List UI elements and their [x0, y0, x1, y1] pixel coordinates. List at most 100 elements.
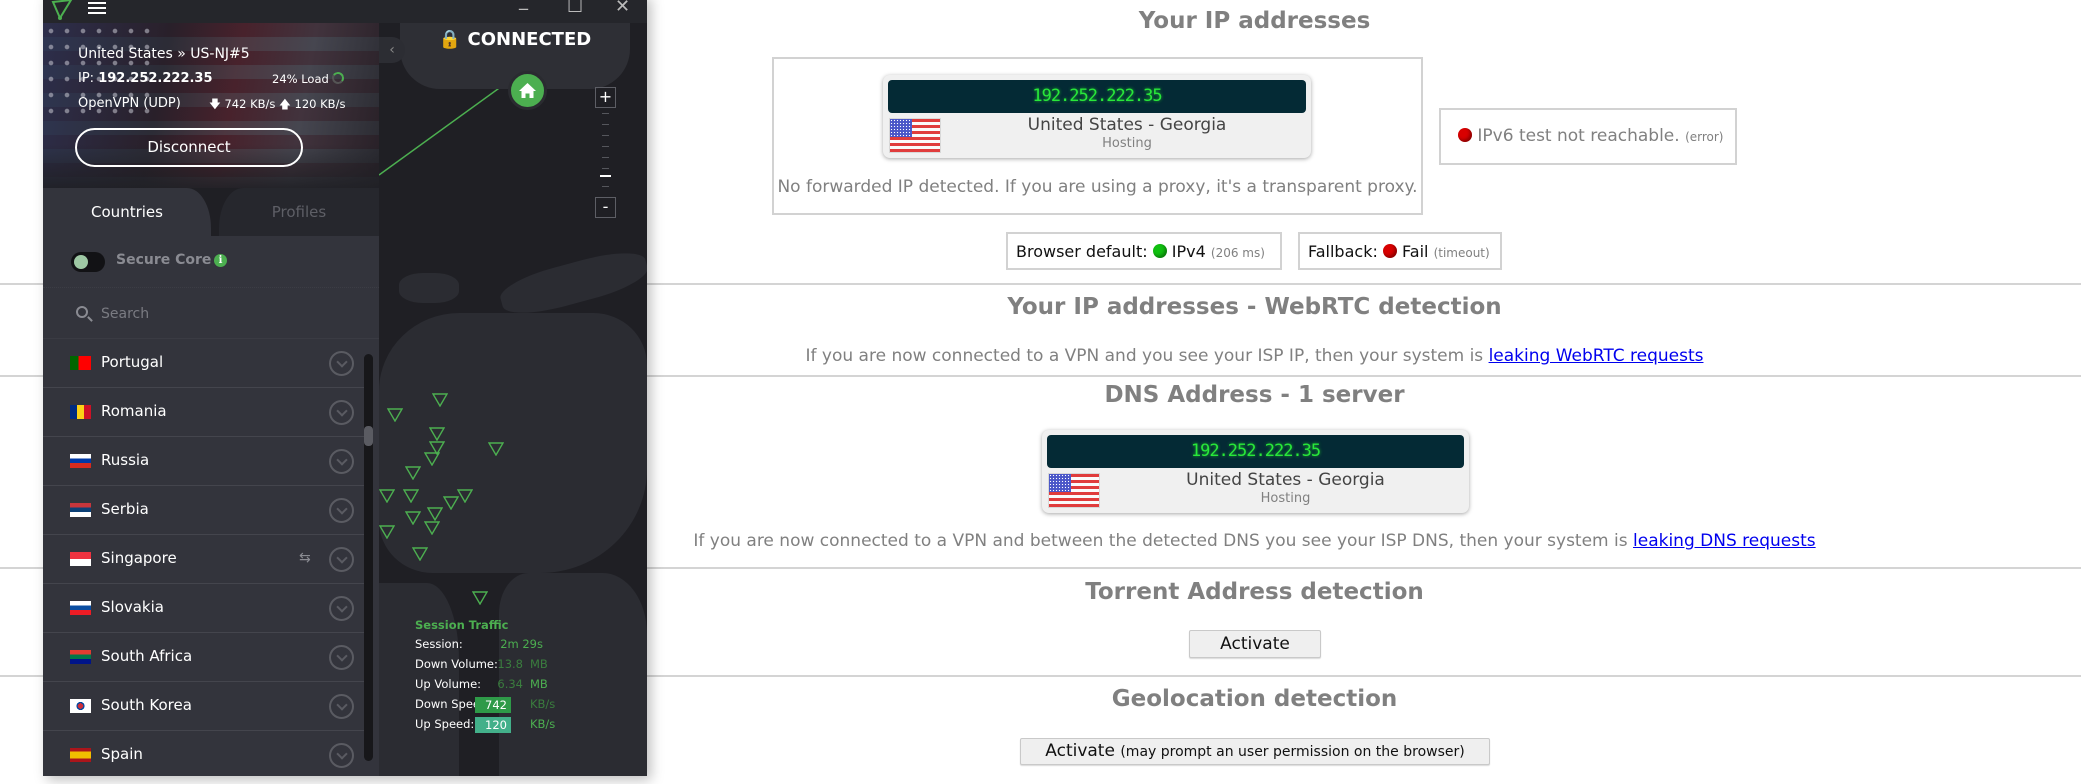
traffic-row-up-volume: Up Volume: 6.34 MB — [415, 677, 635, 697]
ip-value: 192.252.222.35 — [98, 71, 213, 86]
slovakia-flag-icon — [70, 601, 91, 615]
traffic-row-session: Session: 2m 29s — [415, 637, 635, 657]
server-marker-icon[interactable] — [424, 521, 440, 535]
geolocation-section-title: Geolocation detection — [1111, 686, 1398, 712]
traffic-label: Down Volume: — [415, 657, 498, 671]
dns-ip-display: 192.252.222.35 — [1047, 435, 1464, 468]
country-row-portugal[interactable]: Portugal — [43, 339, 365, 388]
country-row-romania[interactable]: Romania — [43, 388, 365, 437]
server-marker-icon[interactable] — [427, 507, 443, 521]
secure-core-label: Secure Core — [116, 252, 212, 268]
server-marker-icon[interactable] — [412, 547, 428, 561]
leaking-webrtc-link[interactable]: leaking WebRTC requests — [1489, 346, 1704, 366]
zoom-in-button[interactable]: + — [595, 87, 616, 108]
disconnect-button[interactable]: Disconnect — [75, 128, 303, 167]
expand-chevron-icon[interactable] — [329, 645, 354, 670]
traffic-row-down-speed: Down Speed: 742 KB/s — [415, 697, 635, 717]
traffic-unit: KB/s — [530, 717, 556, 731]
country-name: Slovakia — [101, 598, 164, 616]
tab-countries[interactable]: Countries — [43, 188, 211, 236]
traffic-row-up-speed: Up Speed: 120 KB/s — [415, 717, 635, 737]
ip-label: IP: — [78, 71, 95, 86]
romania-flag-icon — [70, 405, 91, 419]
zoom-tick — [602, 135, 609, 136]
zoom-tick — [602, 124, 609, 125]
country-row-russia[interactable]: Russia — [43, 437, 365, 486]
expand-chevron-icon[interactable] — [329, 449, 354, 474]
connection-status: 🔒 CONNECTED — [400, 29, 630, 50]
search-icon — [76, 306, 88, 318]
session-traffic-title: Session Traffic — [415, 618, 509, 632]
server-marker-icon[interactable] — [457, 489, 473, 503]
dns-note-text: If you are now connected to a VPN and be… — [693, 531, 1634, 551]
webrtc-note-text: If you are now connected to a VPN and yo… — [805, 346, 1489, 366]
expand-chevron-icon[interactable] — [329, 547, 354, 572]
current-speeds: 🡇 742 KB/s 🡅 120 KB/s — [209, 97, 345, 116]
server-load: 24% Load — [272, 72, 329, 86]
tab-profiles[interactable]: Profiles — [219, 188, 379, 236]
ip-address-box: 192.252.222.35 United States - Georgia H… — [772, 57, 1423, 215]
app-logo-icon — [51, 0, 73, 20]
zoom-level-indicator[interactable] — [600, 175, 611, 177]
leaking-dns-link[interactable]: leaking DNS requests — [1633, 531, 1816, 551]
search-input[interactable] — [101, 301, 351, 327]
traffic-unit: MB — [530, 677, 548, 691]
country-row-south-africa[interactable]: South Africa — [43, 633, 365, 682]
server-marker-icon[interactable] — [387, 408, 403, 422]
server-marker-icon[interactable] — [429, 427, 445, 441]
server-marker-icon[interactable] — [424, 452, 440, 466]
expand-chevron-icon[interactable] — [329, 596, 354, 621]
dns-note: If you are now connected to a VPN and be… — [650, 531, 1859, 551]
download-arrow-icon: 🡇 — [209, 97, 221, 111]
geolocation-activate-button[interactable]: Activate (may prompt an user permission … — [1020, 738, 1490, 765]
country-row-slovakia[interactable]: Slovakia — [43, 584, 365, 633]
expand-chevron-icon[interactable] — [329, 694, 354, 719]
country-name: Spain — [101, 745, 143, 763]
traffic-label: Up Speed: — [415, 717, 475, 731]
traffic-value: 6.34 — [497, 677, 523, 691]
world-map[interactable]: 🔒 CONNECTED ‹ + - Session Traffic Sessio… — [379, 23, 647, 776]
server-marker-icon[interactable] — [405, 466, 421, 480]
fallback-box: Fallback: Fail (timeout) — [1298, 232, 1502, 270]
minimize-button[interactable]: _ — [519, 0, 528, 11]
info-icon[interactable]: i — [214, 254, 227, 267]
expand-chevron-icon[interactable] — [329, 400, 354, 425]
country-row-spain[interactable]: Spain — [43, 731, 365, 776]
server-marker-icon[interactable] — [432, 393, 448, 407]
panel-tabs: Countries Profiles — [43, 188, 379, 236]
title-bar[interactable]: _ ☐ ✕ — [43, 0, 647, 23]
ip-location: United States - Georgia — [1027, 115, 1227, 135]
status-dot-green-icon — [1152, 244, 1167, 258]
country-list-scrollbar[interactable] — [364, 354, 373, 761]
expand-chevron-icon[interactable] — [329, 743, 354, 768]
home-node[interactable] — [508, 71, 547, 110]
server-marker-icon[interactable] — [403, 489, 419, 503]
us-flag-icon — [889, 118, 941, 153]
scrollbar-thumb[interactable] — [364, 426, 373, 446]
server-marker-icon[interactable] — [472, 591, 488, 605]
country-row-singapore[interactable]: Singapore ⇆ — [43, 535, 365, 584]
country-name: Singapore — [101, 549, 177, 567]
ipv6-text: IPv6 test not reachable. — [1477, 126, 1680, 146]
zoom-tick — [602, 157, 609, 158]
zoom-out-button[interactable]: - — [595, 197, 616, 218]
server-marker-icon[interactable] — [405, 511, 421, 525]
expand-chevron-icon[interactable] — [329, 351, 354, 376]
close-button[interactable]: ✕ — [615, 0, 630, 17]
secure-core-toggle[interactable] — [71, 252, 105, 272]
server-marker-icon[interactable] — [379, 489, 395, 503]
torrent-activate-button[interactable]: Activate — [1189, 630, 1321, 658]
server-marker-icon[interactable] — [379, 525, 395, 539]
maximize-button[interactable]: ☐ — [567, 0, 583, 17]
load-ring-icon — [331, 71, 345, 85]
map-landmass — [379, 313, 647, 573]
expand-chevron-icon[interactable] — [329, 498, 354, 523]
country-row-serbia[interactable]: Serbia — [43, 486, 365, 535]
south-korea-flag-icon — [70, 699, 91, 713]
server-marker-icon[interactable] — [488, 442, 504, 456]
country-row-south-korea[interactable]: South Korea — [43, 682, 365, 731]
collapse-panel-button[interactable]: ‹ — [379, 37, 405, 63]
connection-header: United States » US-NJ#5 IP: 192.252.222.… — [43, 23, 379, 194]
menu-icon[interactable] — [88, 2, 106, 14]
us-flag-icon — [1048, 473, 1100, 508]
